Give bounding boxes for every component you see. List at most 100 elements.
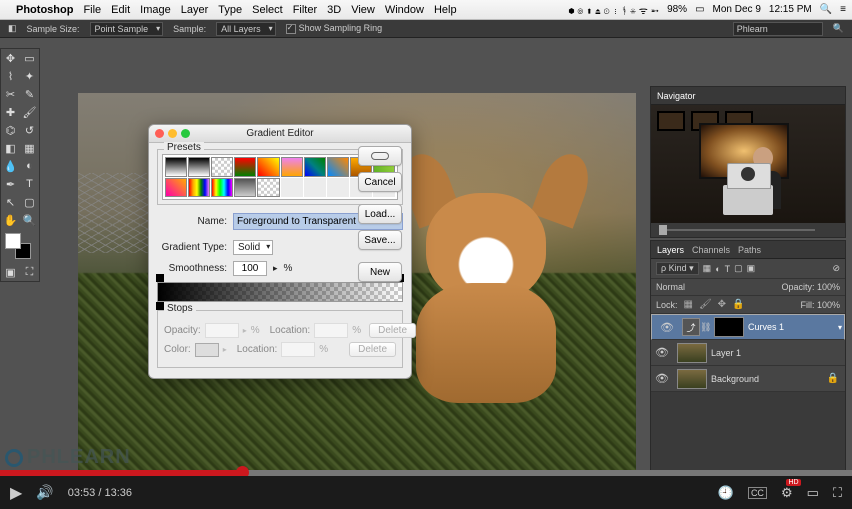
- preset-swatch[interactable]: [165, 157, 187, 177]
- filter-smart-icon[interactable]: ▣: [747, 263, 756, 274]
- preset-swatch[interactable]: [211, 157, 233, 177]
- layer-fill-input[interactable]: 100%: [817, 300, 840, 310]
- menu-view[interactable]: View: [351, 4, 375, 16]
- ok-button[interactable]: [358, 146, 402, 166]
- dialog-titlebar[interactable]: Gradient Editor: [149, 125, 411, 143]
- zoom-icon[interactable]: [181, 129, 190, 138]
- preset-swatch[interactable]: [327, 157, 349, 177]
- gradient-bar[interactable]: [157, 282, 403, 302]
- layers-tab[interactable]: Layers: [657, 245, 684, 255]
- search-icon[interactable]: 🔍: [833, 23, 844, 34]
- gradient-type-select[interactable]: Solid: [233, 240, 273, 255]
- tool-preset-icon[interactable]: ◧: [8, 23, 17, 34]
- menu-layer[interactable]: Layer: [181, 4, 209, 16]
- spotlight-icon[interactable]: 🔍: [820, 4, 832, 15]
- workspace-search[interactable]: [733, 22, 823, 36]
- preset-swatch[interactable]: [304, 178, 326, 198]
- menu-image[interactable]: Image: [140, 4, 171, 16]
- filter-pixel-icon[interactable]: ▦: [703, 263, 712, 274]
- navigator-preview[interactable]: [651, 105, 845, 223]
- preset-swatch[interactable]: [327, 178, 349, 198]
- filter-type-icon[interactable]: T: [725, 264, 731, 274]
- color-swatches[interactable]: [1, 229, 39, 263]
- marquee-tool[interactable]: ▭: [20, 49, 39, 67]
- wand-tool[interactable]: ✦: [20, 67, 39, 85]
- new-button[interactable]: New: [358, 262, 402, 282]
- watch-later-icon[interactable]: 🕘: [718, 485, 734, 501]
- layer-opacity-input[interactable]: 100%: [817, 282, 840, 292]
- preset-swatch[interactable]: [165, 178, 187, 198]
- show-sampling-checkbox[interactable]: [286, 24, 296, 34]
- preset-swatch[interactable]: [211, 178, 233, 198]
- lock-trans-icon[interactable]: ▦: [684, 299, 693, 310]
- menubar-status-icons[interactable]: ⬢ ◎ ⬆ ⏏ ⊙ ⋮ ᚬ ✳ ᯤ ➵: [569, 3, 660, 17]
- menu-help[interactable]: Help: [434, 4, 457, 16]
- sample-size-dropdown[interactable]: Point Sample: [90, 22, 164, 36]
- lock-pixels-icon[interactable]: 🖌: [699, 299, 712, 310]
- history-brush-tool[interactable]: ↺: [20, 121, 39, 139]
- menu-file[interactable]: File: [83, 4, 101, 16]
- app-name[interactable]: Photoshop: [16, 4, 73, 16]
- lasso-tool[interactable]: ⌇: [1, 67, 20, 85]
- menu-icon[interactable]: ≡: [840, 4, 846, 15]
- layer-background[interactable]: 👁 Background 🔒: [651, 366, 845, 392]
- smoothness-input[interactable]: [233, 261, 267, 276]
- shape-tool[interactable]: ▢: [20, 193, 39, 211]
- lock-all-icon[interactable]: 🔒: [732, 299, 744, 310]
- play-button[interactable]: ▶: [10, 483, 22, 503]
- eyedropper-tool[interactable]: ✎: [20, 85, 39, 103]
- visibility-icon[interactable]: 👁: [656, 321, 678, 334]
- filter-shape-icon[interactable]: ▢: [734, 263, 743, 274]
- layer-name[interactable]: Background: [711, 374, 759, 384]
- close-icon[interactable]: [155, 129, 164, 138]
- blend-mode-select[interactable]: Normal: [656, 282, 716, 292]
- filter-toggle[interactable]: ⊘: [832, 263, 840, 274]
- layers-empty-area[interactable]: [651, 392, 845, 482]
- gradient-tool[interactable]: ▦: [20, 139, 39, 157]
- gradient-stop-left[interactable]: [156, 302, 164, 310]
- preset-swatch[interactable]: [234, 157, 256, 177]
- theater-icon[interactable]: ▭: [807, 485, 819, 501]
- preset-swatch[interactable]: [281, 178, 303, 198]
- hand-tool[interactable]: ✋: [1, 211, 20, 229]
- preset-swatch[interactable]: [281, 157, 303, 177]
- cancel-button[interactable]: Cancel: [358, 172, 402, 192]
- dodge-tool[interactable]: ◐: [20, 157, 39, 175]
- layer-name[interactable]: Layer 1: [711, 348, 741, 358]
- preset-swatch[interactable]: [188, 157, 210, 177]
- link-icon[interactable]: ⛓: [700, 322, 710, 333]
- layer-curves[interactable]: 👁 ⤴ ⛓ Curves 1: [651, 314, 845, 340]
- healing-tool[interactable]: ✚: [1, 103, 20, 121]
- preset-swatch[interactable]: [257, 178, 279, 198]
- volume-icon[interactable]: 🔊: [36, 484, 53, 501]
- layer-filter-kind[interactable]: ρ Kind ▾: [656, 262, 699, 275]
- visibility-icon[interactable]: 👁: [651, 372, 673, 385]
- cc-icon[interactable]: CC: [748, 487, 767, 499]
- menu-window[interactable]: Window: [385, 4, 424, 16]
- lock-pos-icon[interactable]: ✥: [718, 299, 726, 310]
- layer-name[interactable]: Curves 1: [748, 322, 784, 332]
- layer-mask-thumb[interactable]: [714, 317, 744, 337]
- menu-3d[interactable]: 3D: [327, 4, 341, 16]
- fullscreen-icon[interactable]: ⛶: [833, 485, 842, 501]
- foreground-swatch[interactable]: [5, 233, 21, 249]
- channels-tab[interactable]: Channels: [692, 245, 730, 255]
- layer-thumb[interactable]: [677, 369, 707, 389]
- preset-swatch[interactable]: [234, 178, 256, 198]
- menu-type[interactable]: Type: [218, 4, 242, 16]
- eraser-tool[interactable]: ◧: [1, 139, 20, 157]
- blur-tool[interactable]: 💧: [1, 157, 20, 175]
- layer-thumb[interactable]: [677, 343, 707, 363]
- pen-tool[interactable]: ✒: [1, 175, 20, 193]
- menu-edit[interactable]: Edit: [111, 4, 130, 16]
- zoom-tool[interactable]: 🔍: [20, 211, 39, 229]
- quickmask-tool[interactable]: ▣: [1, 263, 20, 281]
- preset-swatch[interactable]: [257, 157, 279, 177]
- paths-tab[interactable]: Paths: [738, 245, 761, 255]
- crop-tool[interactable]: ✂: [1, 85, 20, 103]
- filter-adj-icon[interactable]: ◐: [715, 264, 720, 274]
- type-tool[interactable]: T: [20, 175, 39, 193]
- save-button[interactable]: Save...: [358, 230, 402, 250]
- preset-swatch[interactable]: [188, 178, 210, 198]
- settings-icon[interactable]: ⚙: [781, 485, 793, 501]
